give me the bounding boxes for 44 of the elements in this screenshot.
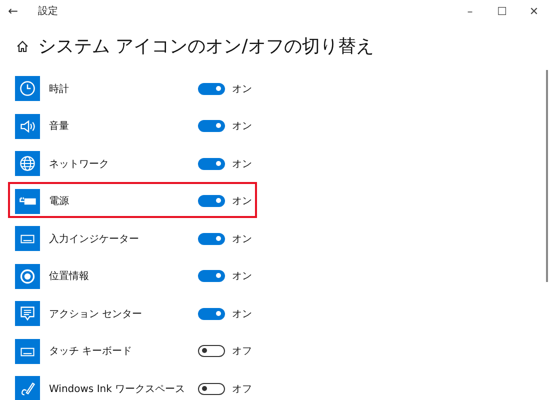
toggle-state: オフ bbox=[232, 345, 252, 358]
toggle-state: オフ bbox=[232, 382, 252, 396]
toggle-state: オン bbox=[232, 270, 252, 284]
back-button[interactable]: ← bbox=[8, 4, 22, 18]
message-icon bbox=[15, 301, 40, 326]
toggle-switch[interactable] bbox=[198, 232, 225, 245]
toggle-switch[interactable] bbox=[198, 158, 225, 170]
toggle-switch[interactable] bbox=[198, 195, 225, 208]
toggle-state: オン bbox=[232, 195, 252, 208]
setting-label: Windows Ink ワークスペース bbox=[49, 382, 186, 396]
setting-label: ネットワーク bbox=[49, 158, 110, 171]
toggle-state: オン bbox=[232, 82, 252, 96]
page-title: システム アイコンのオン/オフの切り替え bbox=[38, 35, 374, 58]
toggle-state: オン bbox=[232, 308, 252, 321]
close-button[interactable]: ✕ bbox=[518, 4, 550, 18]
setting-label: タッチ キーボード bbox=[49, 345, 134, 358]
toggle-switch[interactable] bbox=[198, 382, 225, 395]
keyboard-icon bbox=[15, 226, 40, 252]
minimize-button[interactable]: – bbox=[454, 4, 486, 18]
toggle-switch[interactable] bbox=[198, 82, 225, 95]
setting-label: 位置情報 bbox=[49, 270, 90, 284]
target-icon bbox=[15, 264, 40, 289]
toggle-state: オン bbox=[232, 120, 252, 134]
setting-label: 入力インジケーター bbox=[49, 232, 140, 246]
pen-icon bbox=[15, 376, 40, 400]
setting-label: 時計 bbox=[49, 82, 70, 96]
clock-icon bbox=[15, 76, 40, 102]
battery-icon bbox=[15, 188, 40, 214]
window-title: 設定 bbox=[38, 4, 58, 18]
setting-label: 電源 bbox=[49, 195, 70, 208]
toggle-switch[interactable] bbox=[198, 308, 225, 320]
toggle-switch[interactable] bbox=[198, 345, 225, 358]
home-icon[interactable] bbox=[16, 40, 29, 52]
toggle-state: オン bbox=[232, 158, 252, 171]
setting-label: アクション センター bbox=[49, 308, 144, 321]
toggle-switch[interactable] bbox=[198, 120, 225, 132]
speaker-icon bbox=[15, 114, 40, 139]
globe-icon bbox=[15, 151, 40, 176]
scrollbar[interactable] bbox=[546, 70, 548, 282]
maximize-button[interactable]: ☐ bbox=[486, 4, 518, 18]
toggle-switch[interactable] bbox=[198, 270, 225, 282]
keyboard-icon bbox=[15, 338, 40, 364]
toggle-state: オン bbox=[232, 232, 252, 246]
setting-label: 音量 bbox=[49, 120, 70, 134]
